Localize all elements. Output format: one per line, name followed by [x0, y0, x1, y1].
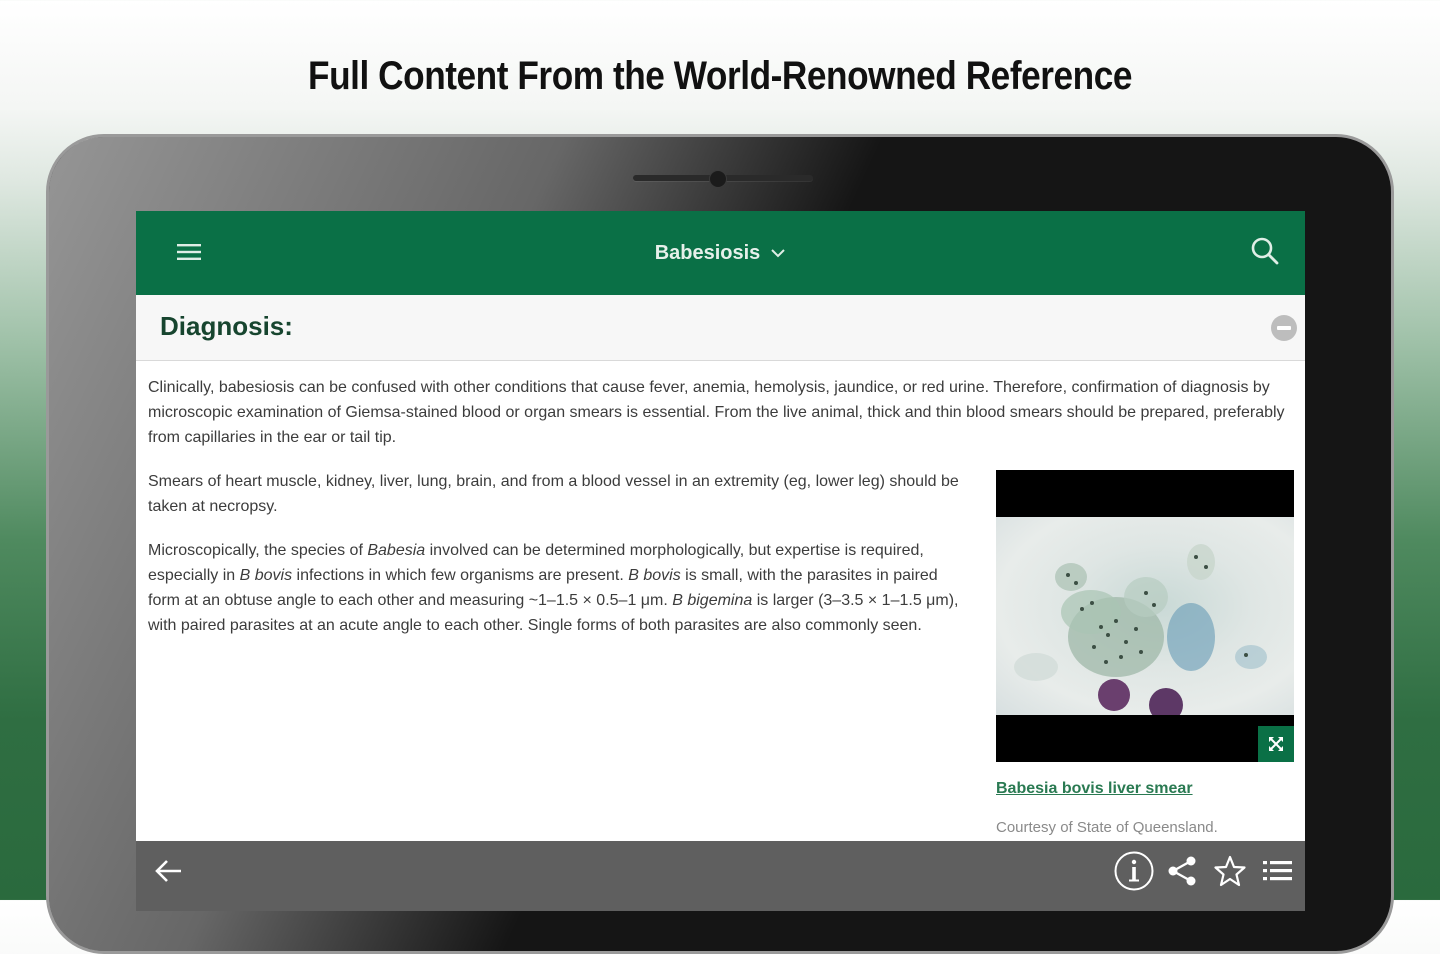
share-button[interactable]: [1164, 853, 1200, 889]
search-icon: [1251, 237, 1279, 265]
promo-headline: Full Content From the World-Renowned Ref…: [308, 54, 1132, 98]
app-screen: Babesiosis Diagnosis: Clinically, babesi…: [136, 211, 1305, 911]
contents-button[interactable]: [1260, 853, 1296, 889]
minus-circle-icon[interactable]: [1271, 315, 1297, 341]
list-icon: [1263, 861, 1292, 881]
app-bar: Babesiosis: [136, 211, 1305, 295]
share-icon: [1168, 856, 1196, 886]
figure-credit: Courtesy of State of Queensland.: [996, 819, 1218, 836]
search-button[interactable]: [1247, 233, 1283, 269]
topic-title[interactable]: Babesiosis: [655, 242, 761, 265]
hamburger-menu-icon: [177, 244, 201, 260]
back-button[interactable]: [150, 853, 186, 889]
micrograph-image: [996, 517, 1294, 715]
menu-button[interactable]: [172, 237, 206, 267]
info-button[interactable]: [1112, 851, 1156, 891]
section-title: Diagnosis:: [160, 311, 293, 341]
camera-icon: [709, 170, 727, 188]
favorite-button[interactable]: [1212, 853, 1248, 889]
back-arrow-icon: [155, 860, 181, 882]
topic-dropdown[interactable]: [770, 248, 786, 258]
expand-icon: [1269, 737, 1283, 751]
info-icon: [1114, 851, 1154, 891]
section-header: Diagnosis:: [136, 295, 1305, 361]
figure-image[interactable]: [996, 470, 1294, 762]
expand-button[interactable]: [1258, 726, 1294, 762]
star-icon: [1214, 855, 1246, 887]
paragraph-2: Smears of heart muscle, kidney, liver, l…: [148, 473, 959, 515]
article-content: Clinically, babesiosis can be confused w…: [148, 375, 1293, 634]
chevron-down-icon: [771, 249, 786, 258]
paragraph-1: Clinically, babesiosis can be confused w…: [148, 379, 1285, 446]
bottom-toolbar: [136, 841, 1305, 911]
paragraph-3: Microscopically, the species of Babesia …: [148, 542, 959, 634]
figure-caption-link[interactable]: Babesia bovis liver smear: [996, 780, 1193, 798]
